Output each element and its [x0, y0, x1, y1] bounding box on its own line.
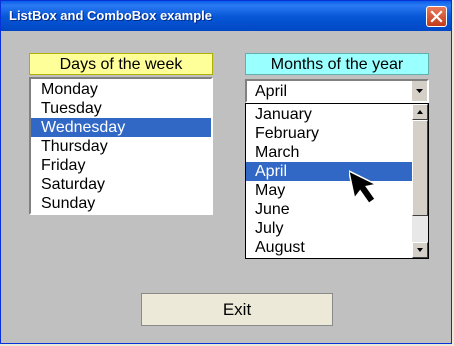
exit-button[interactable]: Exit [141, 293, 333, 326]
window-title: ListBox and ComboBox example [9, 8, 212, 23]
scrollbar-thumb[interactable] [412, 120, 428, 216]
months-combobox[interactable]: April [245, 79, 429, 103]
months-item-august[interactable]: August [246, 238, 428, 257]
months-item-february[interactable]: February [246, 124, 428, 143]
days-listbox[interactable]: Monday Tuesday Wednesday Thursday Friday… [29, 77, 213, 215]
chevron-down-icon [416, 89, 423, 93]
combobox-value: April [255, 83, 288, 100]
close-button[interactable] [426, 6, 447, 27]
combobox-dropdown-button[interactable] [411, 81, 427, 101]
client-area: Days of the week Monday Tuesday Wednesda… [4, 31, 448, 342]
days-item-sunday[interactable]: Sunday [31, 194, 211, 213]
mouse-pointer-icon [349, 169, 379, 205]
months-item-january[interactable]: January [246, 105, 428, 124]
days-item-thursday[interactable]: Thursday [31, 137, 211, 156]
days-item-saturday[interactable]: Saturday [31, 175, 211, 194]
months-dropdown-list[interactable]: January February March April May June Ju… [245, 103, 429, 259]
days-item-monday[interactable]: Monday [31, 80, 211, 99]
days-item-tuesday[interactable]: Tuesday [31, 99, 211, 118]
days-item-friday[interactable]: Friday [31, 156, 211, 175]
months-item-march[interactable]: March [246, 143, 428, 162]
months-item-july[interactable]: July [246, 219, 428, 238]
days-caption: Days of the week [29, 53, 213, 75]
app-window: ListBox and ComboBox example Days of the… [0, 0, 452, 344]
days-item-wednesday[interactable]: Wednesday [31, 118, 211, 137]
months-caption: Months of the year [245, 53, 429, 75]
arrow-up-icon [417, 110, 423, 114]
close-icon [430, 10, 443, 23]
arrow-down-icon [417, 248, 423, 252]
scroll-up-button[interactable] [412, 104, 428, 120]
months-item-april[interactable]: April [246, 162, 428, 181]
months-item-may[interactable]: May [246, 181, 428, 200]
months-scrollbar[interactable] [412, 104, 428, 258]
title-bar[interactable]: ListBox and ComboBox example [1, 1, 451, 31]
months-item-june[interactable]: June [246, 200, 428, 219]
scroll-down-button[interactable] [412, 242, 428, 258]
